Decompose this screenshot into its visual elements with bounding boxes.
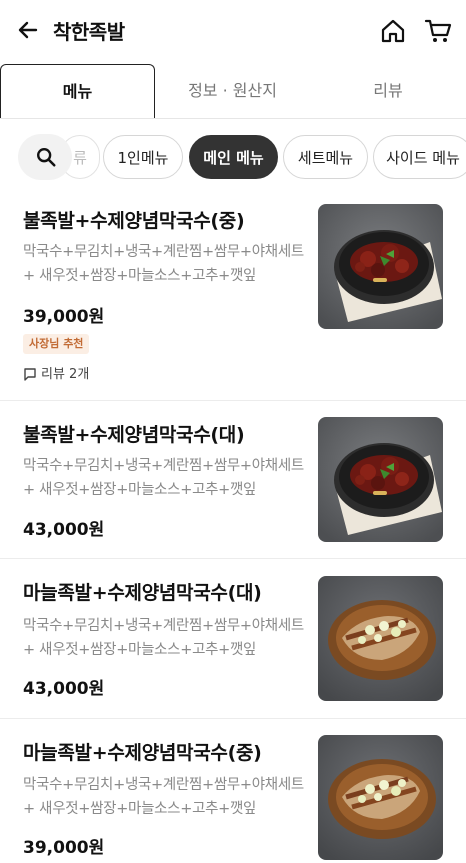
- menu-item-description: 막국수+무김치+냉국+계란찜+쌈무+야채세트 + 새우젓+쌈장+마늘소스+고추+깻…: [23, 458, 304, 498]
- chip-single-menu[interactable]: 1인메뉴: [103, 135, 183, 179]
- menu-item-name: 불족발+수제양념막국수(대): [23, 424, 245, 446]
- store-title: 착한족발: [53, 20, 125, 44]
- home-icon[interactable]: [380, 18, 406, 44]
- menu-item[interactable]: 마늘족발+수제양념막국수(대) 막국수+무김치+냉국+계란찜+쌈무+야채세트 + …: [0, 558, 466, 719]
- menu-search-button[interactable]: [18, 134, 72, 180]
- spicy-pork-trotter-image: [318, 204, 443, 329]
- app-bar: 착한족발: [0, 0, 466, 64]
- owner-recommend-badge: 사장님 추천: [23, 334, 90, 354]
- menu-item-price: 43,000원: [23, 520, 105, 540]
- tab-bar: 메뉴 정보 · 원산지 리뷰: [0, 64, 466, 119]
- cart-icon[interactable]: [424, 18, 452, 44]
- back-arrow-icon[interactable]: [16, 18, 40, 42]
- menu-item-price: 39,000원: [23, 838, 105, 858]
- menu-item-description: 막국수+무김치+냉국+계란찜+쌈무+야채세트 + 새우젓+쌈장+마늘소스+고추+깻…: [23, 618, 304, 658]
- menu-item-description: 막국수+무김치+냉국+계란찜+쌈무+야채세트 + 새우젓+쌈장+마늘소스+고추+깻…: [23, 244, 304, 284]
- tab-reviews[interactable]: 리뷰: [310, 64, 466, 118]
- spicy-pork-trotter-image: [318, 417, 443, 542]
- search-icon: [37, 148, 56, 167]
- menu-item[interactable]: 불족발+수제양념막국수(대) 막국수+무김치+냉국+계란찜+쌈무+야채세트 + 새…: [0, 400, 466, 559]
- menu-item-description: 막국수+무김치+냉국+계란찜+쌈무+야채세트 + 새우젓+쌈장+마늘소스+고추+깻…: [23, 777, 304, 817]
- menu-item-price: 43,000원: [23, 679, 105, 699]
- tab-info-origin[interactable]: 정보 · 원산지: [155, 64, 310, 118]
- menu-item[interactable]: 마늘족발+수제양념막국수(중) 막국수+무김치+냉국+계란찜+쌈무+야채세트 + …: [0, 718, 466, 863]
- menu-item-name: 마늘족발+수제양념막국수(대): [23, 582, 262, 604]
- menu-item-name: 불족발+수제양념막국수(중): [23, 210, 245, 232]
- tab-menu[interactable]: 메뉴: [0, 64, 155, 118]
- garlic-pork-trotter-image: [318, 576, 443, 701]
- menu-item-price: 39,000원: [23, 307, 105, 327]
- chip-side-menu[interactable]: 사이드 메뉴: [373, 135, 466, 179]
- category-chip-bar: 류 1인메뉴 메인 메뉴 세트메뉴 사이드 메뉴: [0, 124, 466, 190]
- menu-item[interactable]: 불족발+수제양념막국수(중) 막국수+무김치+냉국+계란찜+쌈무+야채세트 + 새…: [0, 190, 466, 401]
- comment-icon: [24, 368, 36, 381]
- review-count: 리뷰 2개: [23, 363, 89, 382]
- garlic-pork-trotter-image: [318, 735, 443, 860]
- chip-set-menu[interactable]: 세트메뉴: [283, 135, 368, 179]
- menu-item-name: 마늘족발+수제양념막국수(중): [23, 742, 262, 764]
- chip-main-menu[interactable]: 메인 메뉴: [189, 135, 278, 179]
